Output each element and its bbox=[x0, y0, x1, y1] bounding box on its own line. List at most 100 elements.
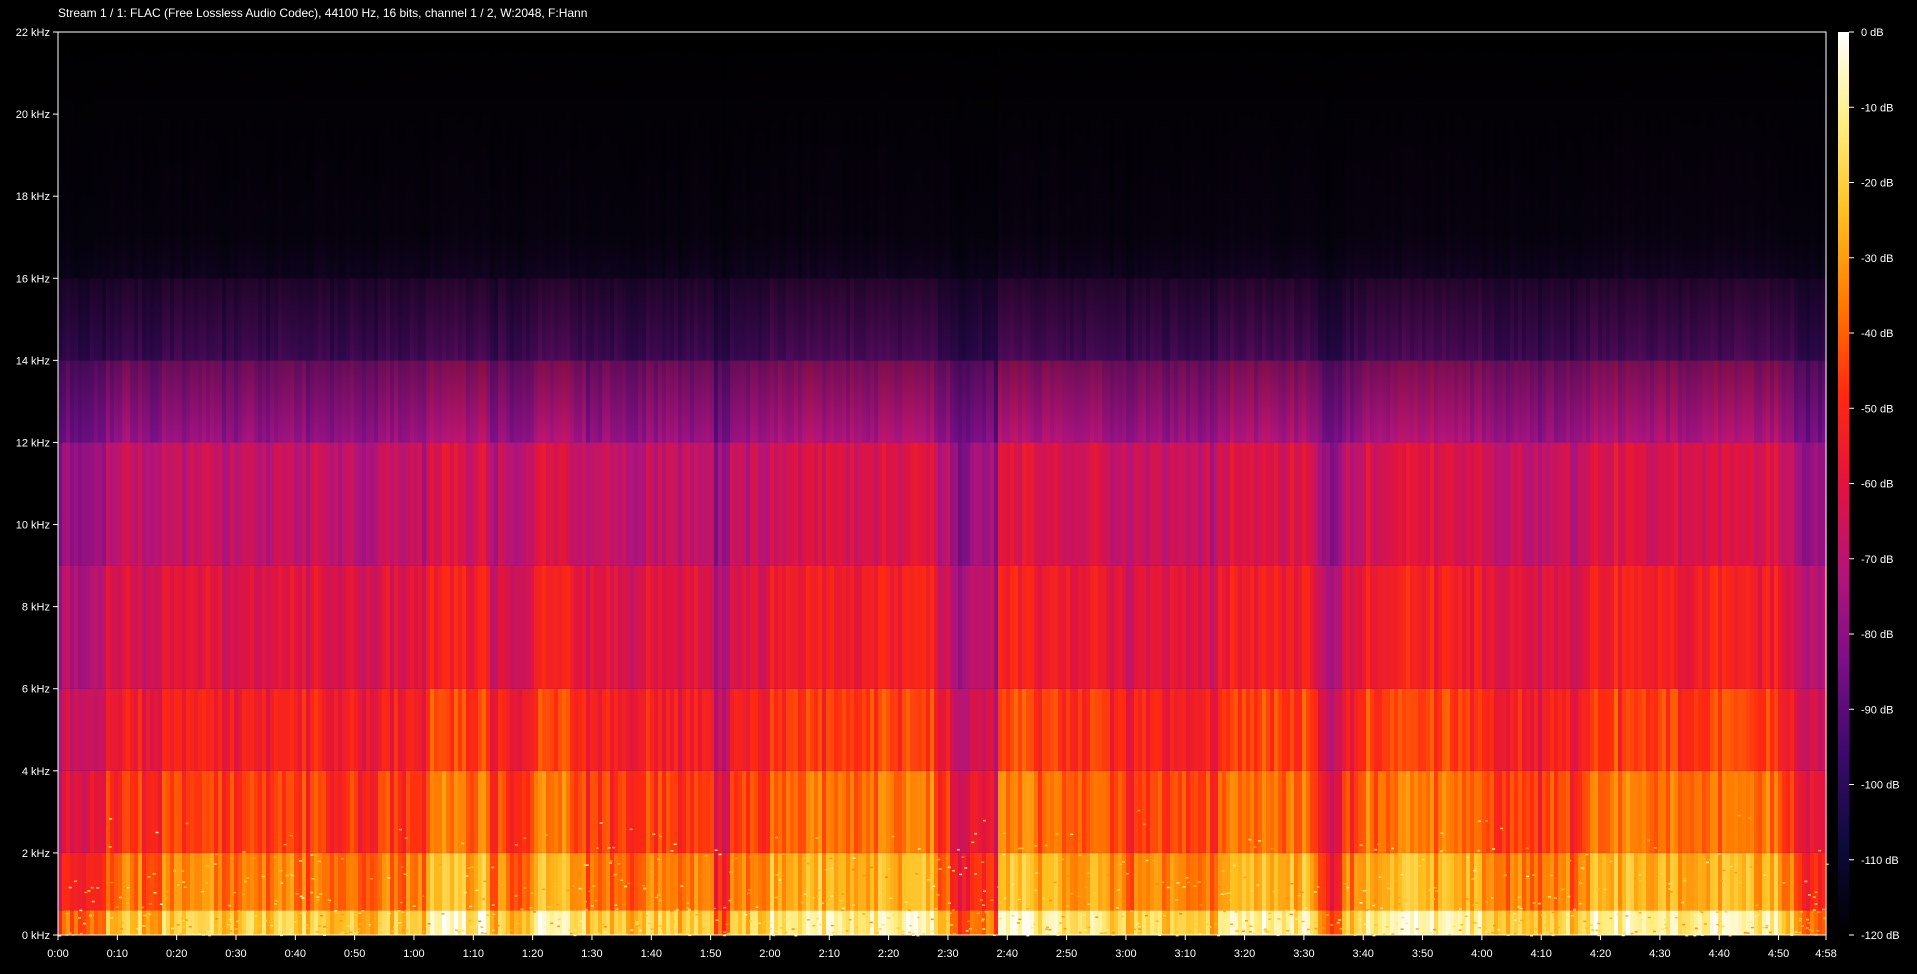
spectrogram-peak bbox=[201, 890, 205, 893]
spectrogram-cell bbox=[1634, 852, 1639, 911]
spectrogram-peak bbox=[1609, 860, 1613, 863]
spectrogram-peak bbox=[922, 933, 926, 935]
spectrogram-cell bbox=[470, 910, 475, 935]
spectrogram-cell bbox=[842, 852, 847, 911]
spectrogram-peak bbox=[399, 901, 403, 904]
spectrogram-peak bbox=[1755, 904, 1759, 907]
spectrogram-cell bbox=[1594, 852, 1599, 911]
spectrogram-peak bbox=[578, 887, 582, 890]
spectrogram-peak bbox=[1264, 929, 1268, 931]
spectrogram-cell bbox=[1274, 910, 1279, 935]
spectrogram-peak bbox=[1354, 903, 1358, 906]
spectrogram-peak bbox=[1232, 864, 1236, 867]
spectrogram-cell bbox=[422, 852, 427, 911]
spectrogram-peak bbox=[1808, 928, 1812, 931]
spectrogram-cell bbox=[762, 852, 767, 911]
spectrogram-cell bbox=[1790, 910, 1795, 935]
spectrogram-cell bbox=[482, 910, 487, 935]
spectrogram-cell bbox=[1246, 852, 1251, 911]
spectrogram-cell bbox=[450, 852, 455, 911]
spectrogram-cell bbox=[938, 910, 943, 935]
spectrogram-cell bbox=[470, 852, 475, 911]
spectrogram-peak bbox=[1561, 888, 1565, 891]
spectrogram-cell bbox=[1078, 852, 1083, 911]
spectrogram-peak bbox=[504, 932, 508, 934]
spectrogram-cell bbox=[1394, 910, 1399, 935]
colorbar-tick-label: -50 dB bbox=[1861, 403, 1893, 415]
y-tick-label: 0 kHz bbox=[22, 930, 50, 942]
spectrogram-cell bbox=[954, 852, 959, 911]
spectrogram-peak bbox=[118, 896, 122, 899]
spectrogram-cell bbox=[466, 910, 471, 935]
spectrogram-cell bbox=[1690, 910, 1695, 935]
spectrogram-peak bbox=[641, 885, 645, 887]
spectrogram-peak bbox=[279, 870, 283, 872]
spectrogram-cell bbox=[810, 852, 815, 911]
spectrogram-cell bbox=[1706, 910, 1711, 935]
spectrogram-cell bbox=[1126, 910, 1131, 935]
spectrogram-peak bbox=[480, 926, 484, 928]
spectrogram-cell bbox=[1390, 910, 1395, 935]
x-tick-label: 3:20 bbox=[1234, 948, 1255, 960]
spectrogram-peak bbox=[1395, 879, 1399, 882]
spectrogram-peak bbox=[1301, 920, 1305, 923]
spectrogram-peak bbox=[491, 929, 495, 932]
spectrogram-peak bbox=[1187, 881, 1191, 884]
spectrogram-peak bbox=[635, 923, 639, 925]
spectrogram-peak bbox=[1314, 921, 1318, 924]
spectrogram-cell bbox=[838, 910, 843, 935]
spectrogram-peak bbox=[1476, 927, 1480, 930]
spectrogram-peak bbox=[1016, 922, 1020, 924]
spectrogram-cell bbox=[1530, 852, 1535, 911]
spectrogram-peak bbox=[78, 917, 82, 919]
spectrogram-peak bbox=[1464, 915, 1468, 917]
spectrogram-cell bbox=[1802, 910, 1807, 935]
spectrogram-peak bbox=[1175, 899, 1179, 901]
spectrogram-cell bbox=[1226, 910, 1231, 935]
spectrogram-peak bbox=[1397, 896, 1401, 899]
spectrogram-cell bbox=[958, 910, 963, 935]
spectrogram-cell bbox=[1454, 852, 1459, 911]
spectrogram-cell bbox=[1546, 852, 1551, 911]
spectrogram-cell bbox=[1734, 910, 1739, 935]
spectrogram-peak bbox=[1466, 856, 1470, 859]
spectrogram-peak bbox=[1125, 872, 1129, 875]
spectrogram-cell bbox=[1782, 852, 1787, 911]
spectrogram-cell bbox=[1718, 910, 1723, 935]
spectrogram-peak bbox=[1244, 920, 1248, 922]
spectrogram-peak bbox=[1513, 913, 1517, 915]
spectrogram-peak bbox=[96, 887, 100, 889]
spectrogram-peak bbox=[1136, 922, 1140, 925]
spectrogram-cell bbox=[514, 852, 519, 911]
spectrogram-peak bbox=[1553, 897, 1557, 899]
spectrogram-peak bbox=[1385, 926, 1389, 928]
spectrogram-cell bbox=[250, 852, 255, 911]
spectrogram-cell bbox=[1746, 852, 1751, 911]
spectrogram-cell bbox=[302, 910, 307, 935]
spectrogram-peak bbox=[1241, 930, 1245, 932]
spectrogram-cell bbox=[1666, 852, 1671, 911]
spectrogram-peak bbox=[392, 926, 396, 929]
spectrogram-cell bbox=[554, 852, 559, 911]
spectrogram-cell bbox=[1754, 910, 1759, 935]
spectrogram-cell bbox=[618, 910, 623, 935]
spectrogram-cell bbox=[882, 852, 887, 911]
spectrogram-cell bbox=[710, 910, 715, 935]
spectrogram-cell bbox=[246, 910, 251, 935]
spectrogram-cell bbox=[194, 910, 199, 935]
spectrogram-peak bbox=[529, 906, 533, 909]
spectrogram-cell bbox=[650, 910, 655, 935]
y-tick-label: 20 kHz bbox=[16, 109, 50, 121]
spectrogram-cell bbox=[730, 910, 735, 935]
spectrogram-cell bbox=[722, 910, 727, 935]
spectrogram-cell bbox=[1202, 852, 1207, 911]
spectrogram-peak bbox=[1270, 847, 1274, 850]
spectrogram-peak bbox=[1424, 897, 1428, 899]
spectrogram-cell bbox=[90, 910, 95, 935]
spectrogram-peak bbox=[783, 933, 787, 935]
spectrogram-peak bbox=[982, 928, 986, 930]
spectrogram-cell bbox=[1794, 852, 1799, 911]
spectrogram-peak bbox=[572, 885, 576, 887]
spectrogram-cell bbox=[1518, 852, 1523, 911]
spectrogram-cell bbox=[878, 852, 883, 911]
